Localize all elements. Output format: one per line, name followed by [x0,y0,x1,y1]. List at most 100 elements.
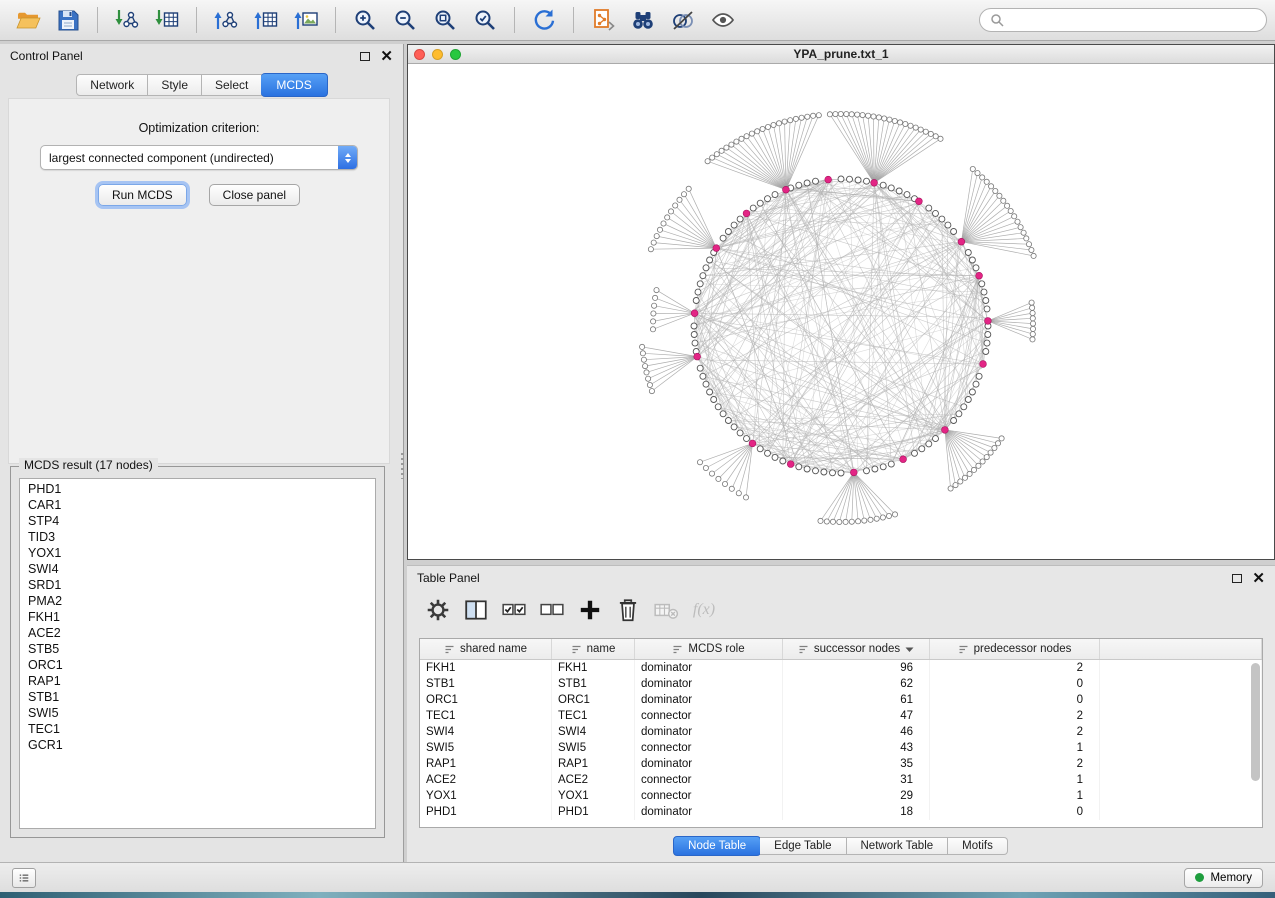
leaf-node[interactable] [1008,208,1013,213]
network-node[interactable] [847,176,853,182]
compare-button[interactable] [663,3,703,37]
tab-style[interactable]: Style [148,74,202,96]
mcds-node-item[interactable]: YOX1 [20,545,375,561]
dominator-node[interactable] [825,176,832,183]
leaf-node[interactable] [1021,230,1026,235]
find-button[interactable] [623,3,663,37]
leaf-node[interactable] [640,344,645,349]
leaf-node[interactable] [782,119,787,124]
leaf-node[interactable] [892,512,897,517]
leaf-node[interactable] [705,159,710,164]
leaf-node[interactable] [744,134,749,139]
column-header-mcds-role[interactable]: MCDS role [635,639,783,659]
leaf-node[interactable] [958,479,963,484]
network-node[interactable] [888,185,894,191]
leaf-node[interactable] [838,111,843,116]
network-node[interactable] [933,210,939,216]
network-node[interactable] [864,468,870,474]
leaf-node[interactable] [654,234,659,239]
network-node[interactable] [796,464,802,470]
leaf-node[interactable] [765,124,770,129]
column-header-successor-nodes[interactable]: successor nodes [783,639,930,659]
mcds-node-item[interactable]: SWI5 [20,705,375,721]
leaf-node[interactable] [654,288,659,293]
network-node[interactable] [697,365,703,371]
dominator-node[interactable] [691,310,698,317]
zoom-fit-button[interactable] [425,3,465,37]
dominator-node[interactable] [980,361,987,368]
function-builder-button[interactable]: f(x) [687,596,721,624]
leaf-node[interactable] [703,465,708,470]
leaf-node[interactable] [830,519,835,524]
dominator-node[interactable] [743,210,750,217]
mcds-node-item[interactable]: STB1 [20,689,375,705]
zoom-in-button[interactable] [345,3,385,37]
leaf-node[interactable] [970,166,975,171]
leaf-node[interactable] [880,515,885,520]
leaf-node[interactable] [871,114,876,119]
leaf-node[interactable] [651,319,656,324]
leaf-node[interactable] [776,121,781,126]
table-row[interactable]: YOX1YOX1connector291 [420,788,1262,804]
leaf-node[interactable] [668,209,673,214]
leaf-node[interactable] [714,152,719,157]
table-row[interactable]: RAP1RAP1dominator352 [420,756,1262,772]
panel-splitter-handle[interactable] [401,453,404,479]
float-panel-icon[interactable] [1232,574,1242,583]
dominator-node[interactable] [916,198,923,205]
network-node[interactable] [855,177,861,183]
import-network-button[interactable] [107,3,147,37]
mcds-node-item[interactable]: SWI4 [20,561,375,577]
leaf-node[interactable] [710,155,715,160]
network-node[interactable] [796,182,802,188]
node-table[interactable]: shared name name MCDS role successor nod… [419,638,1263,828]
leaf-node[interactable] [716,476,721,481]
close-panel-icon[interactable]: ✕ [1252,571,1265,586]
network-node[interactable] [830,470,836,476]
network-node[interactable] [945,222,951,228]
leaf-node[interactable] [811,113,816,118]
network-node[interactable] [813,178,819,184]
leaf-node[interactable] [995,441,1000,446]
leaf-node[interactable] [818,518,823,523]
leaf-node[interactable] [799,115,804,120]
network-node[interactable] [969,389,975,395]
run-mcds-button[interactable]: Run MCDS [98,184,187,206]
mcds-node-item[interactable]: FKH1 [20,609,375,625]
leaf-node[interactable] [646,376,651,381]
window-zoom-button[interactable] [450,49,461,60]
leaf-node[interactable] [649,389,654,394]
leaf-node[interactable] [1015,219,1020,224]
leaf-node[interactable] [898,120,903,125]
leaf-node[interactable] [923,129,928,134]
network-node[interactable] [725,229,731,235]
leaf-node[interactable] [876,115,881,120]
leaf-node[interactable] [980,175,985,180]
network-node[interactable] [780,458,786,464]
table-row[interactable]: SWI4SWI4dominator462 [420,724,1262,740]
leaf-node[interactable] [805,114,810,119]
network-node[interactable] [965,250,971,256]
mcds-node-item[interactable]: ORC1 [20,657,375,673]
leaf-node[interactable] [729,142,734,147]
dominator-node[interactable] [942,427,949,434]
leaf-node[interactable] [984,179,989,184]
leaf-node[interactable] [886,513,891,518]
leaf-node[interactable] [793,116,798,121]
network-node[interactable] [720,411,726,417]
tab-mcds[interactable]: MCDS [261,73,327,97]
leaf-node[interactable] [992,445,997,450]
select-all-rows-button[interactable] [497,596,531,624]
network-node[interactable] [744,436,750,442]
leaf-node[interactable] [1001,198,1006,203]
leaf-node[interactable] [882,116,887,121]
network-node[interactable] [707,257,713,263]
table-scrollbar-thumb[interactable] [1251,663,1260,781]
table-row[interactable]: STB1STB1dominator620 [420,676,1262,692]
network-node[interactable] [896,188,902,194]
leaf-node[interactable] [843,519,848,524]
leaf-node[interactable] [760,126,765,131]
tab-node-table[interactable]: Node Table [673,836,761,856]
leaf-node[interactable] [736,491,741,496]
leaf-node[interactable] [938,136,943,141]
